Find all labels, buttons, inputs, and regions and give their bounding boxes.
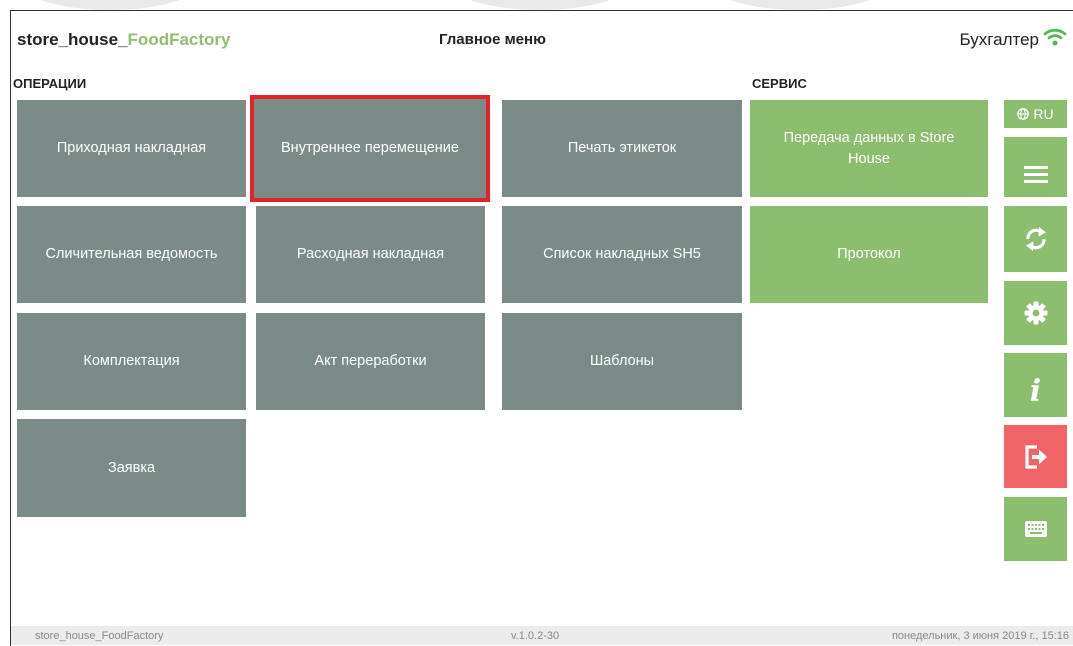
tile-sh5-invoice-list[interactable]: Список накладных SH5 <box>502 206 742 303</box>
app-title: store_house_FoodFactory <box>17 30 231 50</box>
tile-incoming-invoice[interactable]: Приходная накладная <box>17 100 246 197</box>
sync-button[interactable] <box>1004 206 1067 272</box>
tile-label: Шаблоны <box>589 353 655 370</box>
menu-button[interactable] <box>1004 137 1067 197</box>
info-button[interactable]: i <box>1004 353 1067 417</box>
tile-templates[interactable]: Шаблоны <box>502 313 742 410</box>
tile-internal-transfer[interactable]: Внутреннее перемещение <box>250 95 490 202</box>
logout-icon <box>1024 444 1047 469</box>
user-role: Бухгалтер <box>959 30 1040 49</box>
tile-print-labels[interactable]: Печать этикеток <box>502 100 742 197</box>
tile-request[interactable]: Заявка <box>17 419 246 517</box>
keyboard-icon <box>1024 521 1047 537</box>
page-title: Главное меню <box>439 31 546 48</box>
app-name: store_house_ <box>17 30 128 49</box>
language-label: RU <box>1033 106 1054 122</box>
tile-label: Печать этикеток <box>567 140 677 157</box>
footer-app-name: store_house_FoodFactory <box>35 630 164 642</box>
footer-datetime: понедельник, 3 июня 2019 г., 15:16 <box>891 630 1069 642</box>
tile-label: Приходная накладная <box>56 140 207 157</box>
tile-label: Внутреннее перемещение <box>281 140 459 157</box>
operations-section-label: ОПЕРАЦИИ <box>13 76 87 91</box>
hamburger-menu-icon <box>1023 166 1048 183</box>
language-button[interactable]: RU <box>1004 100 1067 128</box>
keyboard-button[interactable] <box>1004 497 1067 561</box>
tile-processing-act[interactable]: Акт переработки <box>256 313 485 410</box>
globe-icon <box>1017 108 1030 120</box>
tile-label: Протокол <box>837 246 901 263</box>
tile-assembly[interactable]: Комплектация <box>17 313 246 410</box>
settings-button[interactable] <box>1004 281 1067 345</box>
status-bar: store_house_FoodFactory v.1.0.2-30 понед… <box>11 626 1073 645</box>
info-icon: i <box>1029 373 1042 409</box>
tile-label: Комплектация <box>83 353 180 370</box>
logout-button[interactable] <box>1004 425 1067 488</box>
top-bar: store_house_FoodFactory Главное меню Бух… <box>11 11 1073 69</box>
tile-outgoing-invoice[interactable]: Расходная накладная <box>256 206 485 303</box>
tile-label: Сличительная ведомость <box>45 246 218 263</box>
tile-label: Расходная накладная <box>296 246 445 263</box>
sync-icon <box>1025 227 1046 251</box>
tile-label: Акт переработки <box>314 353 427 370</box>
footer-version: v.1.0.2-30 <box>511 630 560 642</box>
tile-label: Передача данных в Store House <box>783 130 955 167</box>
tile-label: Список накладных SH5 <box>543 246 701 263</box>
tile-data-transfer-store-house[interactable]: Передача данных в Store House <box>750 100 988 197</box>
tile-label: Заявка <box>107 459 156 476</box>
app-name-accent: FoodFactory <box>127 30 231 49</box>
tile-protocol[interactable]: Протокол <box>750 206 988 303</box>
service-section-label: СЕРВИС <box>752 76 807 91</box>
tile-inventory-sheet[interactable]: Сличительная ведомость <box>17 206 246 303</box>
wifi-icon <box>1043 28 1067 46</box>
gear-icon <box>1024 301 1047 325</box>
